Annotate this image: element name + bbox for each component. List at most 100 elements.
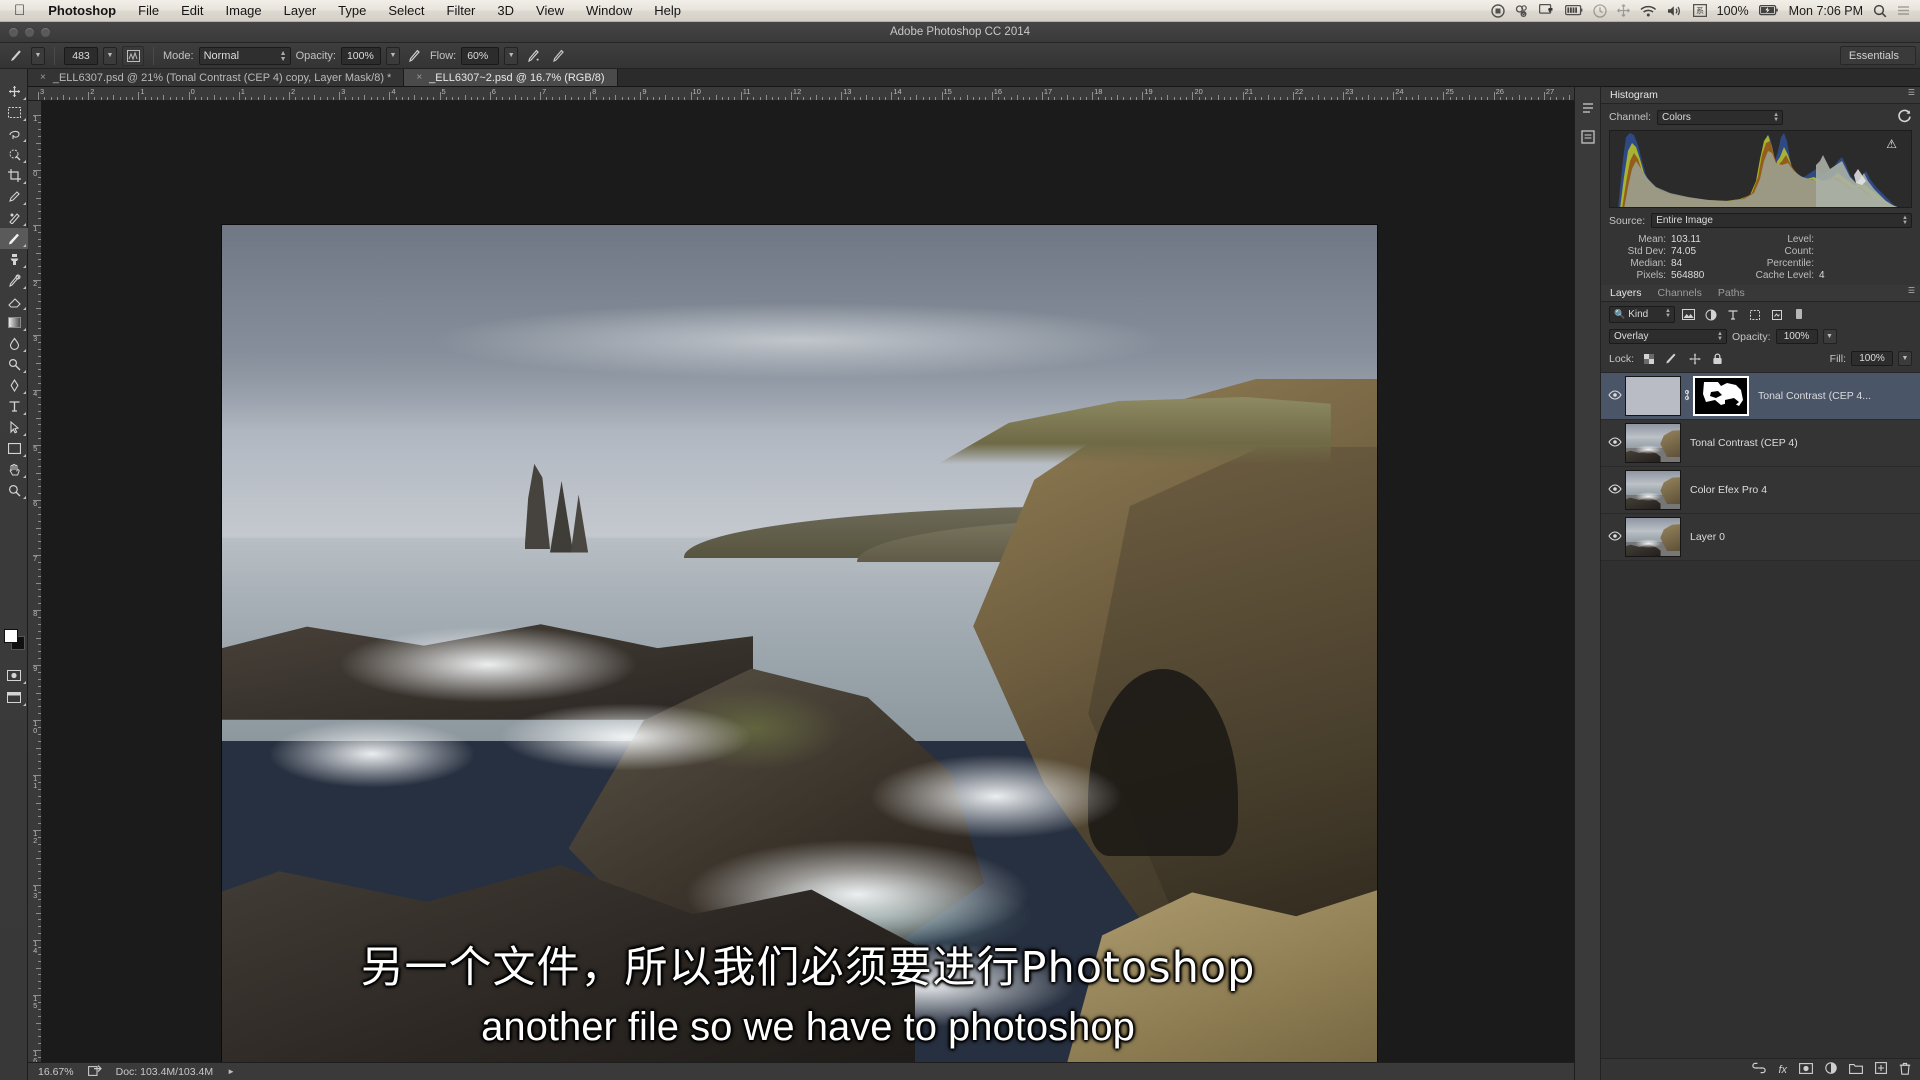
layer-blend-mode-select[interactable]: Overlay ▲▼ (1609, 329, 1727, 344)
delete-layer-icon[interactable] (1899, 1062, 1911, 1078)
zoom-tool[interactable] (0, 480, 28, 501)
document-tab-2[interactable]: × _ELL6307~2.psd @ 16.7% (RGB/8) (404, 69, 617, 86)
link-layers-icon[interactable] (1752, 1062, 1766, 1077)
layer-opacity-value[interactable]: 100% (1776, 329, 1818, 344)
battery-bar-icon[interactable] (1565, 5, 1583, 16)
rectangle-tool[interactable] (0, 438, 28, 459)
menu-item-edit[interactable]: Edit (170, 0, 214, 22)
menu-item-file[interactable]: File (127, 0, 170, 22)
quick-mask-toggle[interactable] (0, 665, 28, 686)
history-brush-tool[interactable] (0, 270, 28, 291)
tab-paths[interactable]: Paths (1718, 287, 1745, 299)
history-panel-icon[interactable] (1575, 95, 1601, 121)
add-layer-mask-icon[interactable] (1799, 1063, 1813, 1077)
lock-transparent-pixels-icon[interactable] (1640, 350, 1657, 367)
gradient-tool[interactable] (0, 312, 28, 333)
menu-item-window[interactable]: Window (575, 0, 643, 22)
tablet-pressure-size-icon[interactable] (548, 46, 568, 66)
notification-center-icon[interactable] (1897, 4, 1910, 17)
layer-visibility-toggle[interactable] (1605, 531, 1625, 544)
crop-tool[interactable] (0, 165, 28, 186)
menu-item-select[interactable]: Select (377, 0, 435, 22)
layer-row-tonal-contrast-copy[interactable]: Tonal Contrast (CEP 4... (1601, 373, 1920, 420)
screen-share-icon[interactable] (1539, 4, 1555, 17)
airbrush-icon[interactable] (523, 46, 543, 66)
close-icon[interactable]: × (40, 72, 46, 83)
apple-logo-icon[interactable]:  (0, 3, 37, 18)
blur-tool[interactable] (0, 333, 28, 354)
layer-style-fx-icon[interactable]: fx (1778, 1064, 1787, 1076)
cached-data-warning-icon[interactable]: ⚠ (1886, 137, 1897, 151)
layer-thumbnail[interactable] (1625, 470, 1681, 510)
menu-item-filter[interactable]: Filter (436, 0, 487, 22)
layer-visibility-toggle[interactable] (1605, 437, 1625, 450)
document-tab-1[interactable]: × _ELL6307.psd @ 21% (Tonal Contrast (CE… (28, 69, 404, 86)
filter-image-icon[interactable] (1680, 306, 1697, 323)
eyedropper-tool[interactable] (0, 186, 28, 207)
rectangular-marquee-tool[interactable] (0, 102, 28, 123)
layer-name[interactable]: Tonal Contrast (CEP 4) (1681, 437, 1798, 449)
filter-toggle-icon[interactable] (1790, 306, 1807, 323)
menu-item-3d[interactable]: 3D (486, 0, 525, 22)
lock-all-icon[interactable] (1709, 350, 1726, 367)
tablet-pressure-opacity-icon[interactable] (405, 46, 425, 66)
move-tool[interactable] (0, 81, 28, 102)
tab-histogram[interactable]: Histogram (1610, 89, 1658, 101)
source-select[interactable]: Entire Image ▲▼ (1651, 213, 1912, 228)
close-icon[interactable]: × (416, 72, 422, 83)
layer-row-tonal-contrast[interactable]: Tonal Contrast (CEP 4) (1601, 420, 1920, 467)
hand-tool[interactable] (0, 459, 28, 480)
input-source-icon[interactable]: 系 (1693, 4, 1707, 17)
menu-item-photoshop[interactable]: Photoshop (37, 0, 127, 22)
new-layer-icon[interactable] (1875, 1062, 1887, 1077)
workspace-switcher[interactable]: Essentials (1840, 46, 1916, 65)
layer-name[interactable]: Tonal Contrast (CEP 4... (1749, 390, 1871, 402)
panel-menu-icon[interactable]: ☰ (1908, 289, 1915, 292)
layer-row-color-efex-pro[interactable]: Color Efex Pro 4 (1601, 467, 1920, 514)
document-image[interactable] (222, 225, 1377, 1078)
tab-channels[interactable]: Channels (1658, 287, 1702, 299)
drag-icon[interactable] (1617, 4, 1630, 17)
gears-lock-icon[interactable]: 0 (1515, 4, 1529, 18)
layer-visibility-toggle[interactable] (1605, 484, 1625, 497)
dodge-tool[interactable] (0, 354, 28, 375)
foreground-color-swatch[interactable] (4, 629, 18, 643)
new-group-icon[interactable] (1849, 1063, 1863, 1077)
time-machine-icon[interactable] (1593, 4, 1607, 18)
channel-select[interactable]: Colors ▲▼ (1657, 110, 1783, 125)
new-adjustment-layer-icon[interactable] (1825, 1062, 1837, 1077)
layer-name[interactable]: Color Efex Pro 4 (1681, 484, 1767, 496)
color-swatches[interactable] (4, 629, 26, 651)
filter-adjustment-icon[interactable] (1702, 306, 1719, 323)
tab-layers[interactable]: Layers (1610, 287, 1642, 299)
panel-menu-icon[interactable]: ☰ (1908, 91, 1915, 94)
share-icon[interactable] (88, 1064, 102, 1079)
layer-name[interactable]: Layer 0 (1681, 531, 1725, 543)
clone-stamp-tool[interactable] (0, 249, 28, 270)
layer-thumbnail[interactable] (1625, 517, 1681, 557)
lock-image-pixels-icon[interactable] (1663, 350, 1680, 367)
refresh-icon[interactable] (1897, 108, 1912, 126)
link-mask-icon[interactable] (1681, 389, 1693, 403)
layer-thumbnail[interactable] (1625, 376, 1681, 416)
brush-size-value[interactable]: 483 (64, 47, 98, 65)
blend-mode-select[interactable]: Normal ▲▼ (199, 47, 291, 65)
flow-value[interactable]: 60% (461, 47, 499, 65)
spotlight-search-icon[interactable] (1873, 4, 1887, 18)
zoom-level-label[interactable]: 16.67% (38, 1066, 74, 1078)
brush-tool[interactable] (0, 228, 28, 249)
canvas-area[interactable]: 另一个文件，所以我们必须要进行Photoshop another file so… (42, 101, 1574, 1080)
layer-row-layer-0[interactable]: Layer 0 (1601, 514, 1920, 561)
eraser-tool[interactable] (0, 291, 28, 312)
battery-charging-icon[interactable] (1759, 5, 1779, 16)
menu-item-help[interactable]: Help (643, 0, 692, 22)
filter-type-icon[interactable] (1724, 306, 1741, 323)
volume-icon[interactable] (1667, 5, 1683, 17)
record-icon[interactable] (1491, 4, 1505, 18)
opacity-caret[interactable]: ▼ (386, 47, 400, 65)
layer-filter-kind-select[interactable]: 🔍 Kind ▲▼ (1609, 306, 1675, 323)
screen-mode-toggle[interactable] (0, 687, 28, 708)
lock-position-icon[interactable] (1686, 350, 1703, 367)
quick-selection-tool[interactable] (0, 144, 28, 165)
filter-smartobject-icon[interactable] (1768, 306, 1785, 323)
